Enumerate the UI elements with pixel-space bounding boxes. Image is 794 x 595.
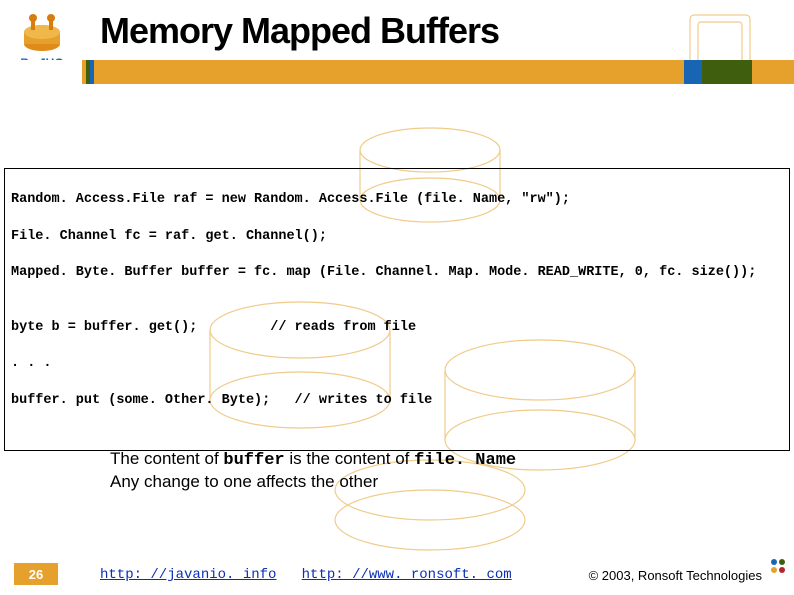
slide: Be.JUG Memory Mapped Buffers Random. Acc… bbox=[0, 0, 794, 595]
code-line: . . . bbox=[11, 355, 783, 373]
corner-decor-icon bbox=[768, 556, 788, 581]
band-seg bbox=[702, 60, 752, 84]
note-line-1: The content of buffer is the content of … bbox=[110, 448, 516, 471]
logo-graphic bbox=[15, 4, 69, 54]
summary-note: The content of buffer is the content of … bbox=[110, 448, 516, 493]
code-line: byte b = buffer. get(); // reads from fi… bbox=[11, 319, 783, 337]
note-line-2: Any change to one affects the other bbox=[110, 471, 516, 492]
code-line: Random. Access.File raf = new Random. Ac… bbox=[11, 191, 783, 209]
link-javanio[interactable]: http: //javanio. info bbox=[100, 567, 276, 583]
band-seg bbox=[0, 60, 82, 84]
footer-links: http: //javanio. info http: //www. ronso… bbox=[100, 567, 512, 583]
band-seg bbox=[752, 60, 794, 84]
link-ronsoft[interactable]: http: //www. ronsoft. com bbox=[302, 567, 512, 583]
code-line: buffer. put (some. Other. Byte); // writ… bbox=[11, 392, 783, 410]
header-color-band bbox=[0, 60, 794, 84]
page-title: Memory Mapped Buffers bbox=[100, 10, 499, 52]
footer: 26 http: //javanio. info http: //www. ro… bbox=[0, 557, 794, 585]
page-number: 26 bbox=[14, 563, 58, 585]
band-seg bbox=[684, 60, 702, 84]
code-block: Random. Access.File raf = new Random. Ac… bbox=[4, 168, 790, 451]
code-line: File. Channel fc = raf. get. Channel(); bbox=[11, 228, 783, 246]
code-line: Mapped. Byte. Buffer buffer = fc. map (F… bbox=[11, 264, 783, 282]
band-seg bbox=[94, 60, 684, 84]
copyright: © 2003, Ronsoft Technologies bbox=[589, 568, 762, 583]
